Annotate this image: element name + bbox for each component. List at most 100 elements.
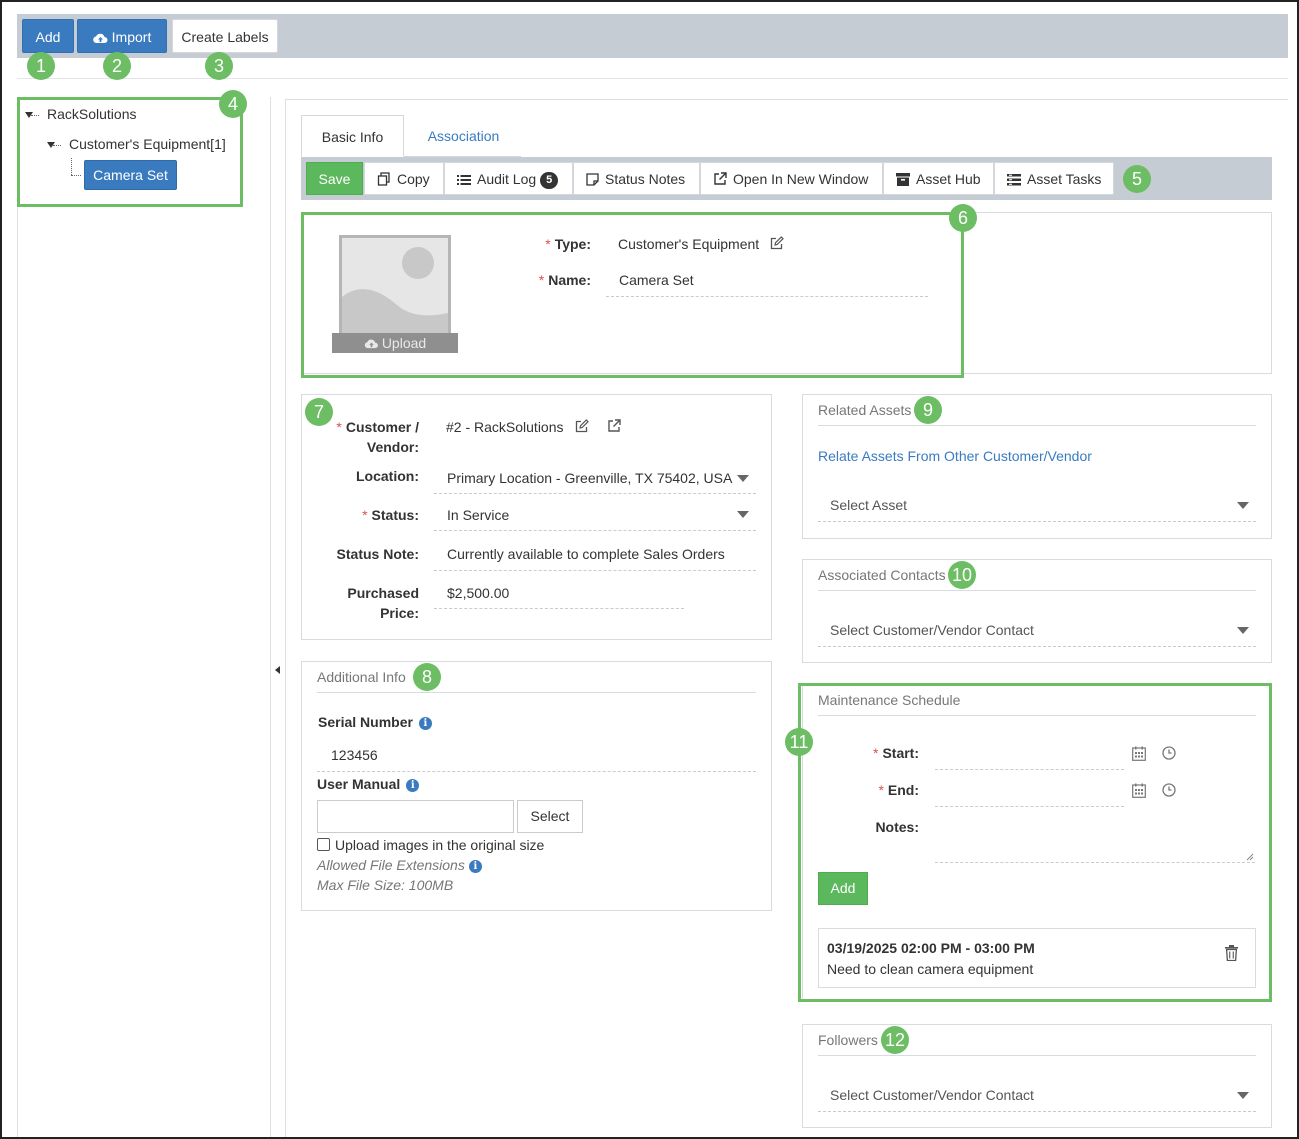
required-marker: * <box>336 419 342 435</box>
collapse-pane-icon[interactable] <box>275 666 280 674</box>
end-underline <box>935 806 1124 807</box>
start-date-input[interactable] <box>935 738 1124 769</box>
save-button[interactable]: Save <box>306 162 363 195</box>
select-contact-underline <box>818 646 1256 647</box>
callout-5: 5 <box>1123 165 1151 193</box>
resize-handle-icon[interactable] <box>1246 853 1254 861</box>
select-follower-underline <box>818 1111 1256 1112</box>
chevron-down-icon[interactable] <box>1237 1092 1249 1099</box>
tree-node-selected[interactable]: Camera Set <box>84 160 177 190</box>
location-select[interactable]: Primary Location - Greenville, TX 75402,… <box>447 468 732 488</box>
panel-divider <box>818 590 1256 591</box>
info-icon[interactable]: i <box>406 779 420 792</box>
asset-tasks-button[interactable]: Asset Tasks <box>994 162 1114 195</box>
open-customer-external-link-icon[interactable] <box>607 419 621 433</box>
upload-original-checkbox[interactable] <box>317 838 330 851</box>
required-marker: * <box>872 745 879 761</box>
open-new-window-button[interactable]: Open In New Window <box>700 162 883 195</box>
name-field[interactable]: Camera Set <box>619 270 694 290</box>
additional-info-title: Additional Info <box>317 669 406 685</box>
list-icon <box>457 174 471 186</box>
start-underline <box>935 769 1124 770</box>
create-labels-button[interactable]: Create Labels <box>172 19 278 53</box>
image-placeholder-icon <box>339 235 451 345</box>
info-icon[interactable]: i <box>468 860 482 873</box>
chevron-down-icon[interactable] <box>737 475 749 482</box>
user-manual-label: User Manual i <box>317 776 420 792</box>
callout-12: 12 <box>881 1026 909 1054</box>
import-button[interactable]: Import <box>77 19 167 53</box>
required-marker: * <box>538 272 545 288</box>
copy-label: Copy <box>397 171 430 187</box>
select-asset-underline <box>818 521 1256 522</box>
audit-log-count-badge: 5 <box>540 172 559 189</box>
tab-association[interactable]: Association <box>406 115 521 157</box>
toolbar-divider <box>17 78 1288 79</box>
chevron-down-icon[interactable] <box>737 511 749 518</box>
asset-hub-label: Asset Hub <box>916 171 981 187</box>
chevron-down-icon[interactable] <box>1237 627 1249 634</box>
copy-icon <box>377 172 391 186</box>
save-label: Save <box>318 171 351 187</box>
tree-node-category[interactable]: Customer's Equipment[1] <box>69 136 226 152</box>
open-new-window-label: Open In New Window <box>733 171 869 187</box>
required-marker: * <box>545 236 551 252</box>
type-value: Customer's Equipment <box>618 236 760 252</box>
status-note-field[interactable]: Currently available to complete Sales Or… <box>447 544 725 564</box>
asset-hub-button[interactable]: Asset Hub <box>883 162 994 195</box>
image-placeholder[interactable] <box>339 235 451 345</box>
select-file-button[interactable]: Select <box>517 800 583 833</box>
trash-icon[interactable] <box>1225 945 1238 961</box>
status-notes-button[interactable]: Status Notes <box>573 162 700 195</box>
copy-button[interactable]: Copy <box>364 162 444 195</box>
type-label: * Type: <box>480 234 591 254</box>
clock-icon[interactable] <box>1162 746 1176 760</box>
panel-divider <box>818 425 1256 426</box>
create-labels-label: Create Labels <box>181 29 269 45</box>
upload-image-button[interactable]: Upload <box>332 333 458 353</box>
select-follower-dropdown[interactable]: Select Customer/Vendor Contact <box>830 1085 1034 1105</box>
calendar-icon[interactable] <box>1132 783 1146 798</box>
upload-label: Upload <box>381 335 427 351</box>
select-contact-dropdown[interactable]: Select Customer/Vendor Contact <box>830 620 1034 640</box>
edit-type-icon[interactable] <box>770 236 784 250</box>
schedule-entry-note: Need to clean camera equipment <box>827 961 1034 977</box>
audit-log-label: Audit Log <box>477 171 537 187</box>
tab-basic-info[interactable]: Basic Info <box>301 115 404 157</box>
callout-10: 10 <box>948 561 976 589</box>
user-manual-file-input[interactable] <box>317 800 514 833</box>
status-label: * Status: <box>362 507 419 523</box>
panel-divider <box>818 715 1256 716</box>
audit-log-button[interactable]: Audit Log 5 <box>444 162 573 195</box>
price-underline <box>434 608 684 609</box>
callout-7: 7 <box>305 398 333 426</box>
chevron-down-icon[interactable] <box>1237 502 1249 509</box>
info-icon[interactable]: i <box>418 717 432 730</box>
callout-3: 3 <box>205 52 233 80</box>
calendar-icon[interactable] <box>1132 746 1146 761</box>
end-label: * End: <box>878 782 919 798</box>
maintenance-title: Maintenance Schedule <box>818 692 961 708</box>
callout-8: 8 <box>413 663 441 691</box>
status-select[interactable]: In Service <box>447 505 509 525</box>
tree-node-root[interactable]: RackSolutions <box>47 106 137 122</box>
purchased-price-field[interactable]: $2,500.00 <box>447 583 509 603</box>
callout-11: 11 <box>785 728 813 756</box>
clock-icon[interactable] <box>1162 783 1176 797</box>
panel-divider <box>818 1055 1256 1056</box>
add-button[interactable]: Add <box>22 19 74 53</box>
relate-assets-link[interactable]: Relate Assets From Other Customer/Vendor <box>818 448 1092 464</box>
import-button-label: Import <box>111 29 152 45</box>
add-schedule-button[interactable]: Add <box>818 872 868 905</box>
serial-number-field[interactable]: 123456 <box>331 745 378 765</box>
select-asset-dropdown[interactable]: Select Asset <box>830 495 907 515</box>
end-date-input[interactable] <box>935 775 1124 806</box>
required-marker: * <box>878 782 884 798</box>
notes-textarea[interactable] <box>935 812 1255 862</box>
tree-connector <box>71 175 81 176</box>
associated-contacts-title: Associated Contacts <box>818 567 946 583</box>
tree-connector <box>71 158 72 175</box>
location-underline <box>434 493 756 494</box>
callout-6: 6 <box>949 204 977 232</box>
edit-customer-icon[interactable] <box>575 419 589 433</box>
